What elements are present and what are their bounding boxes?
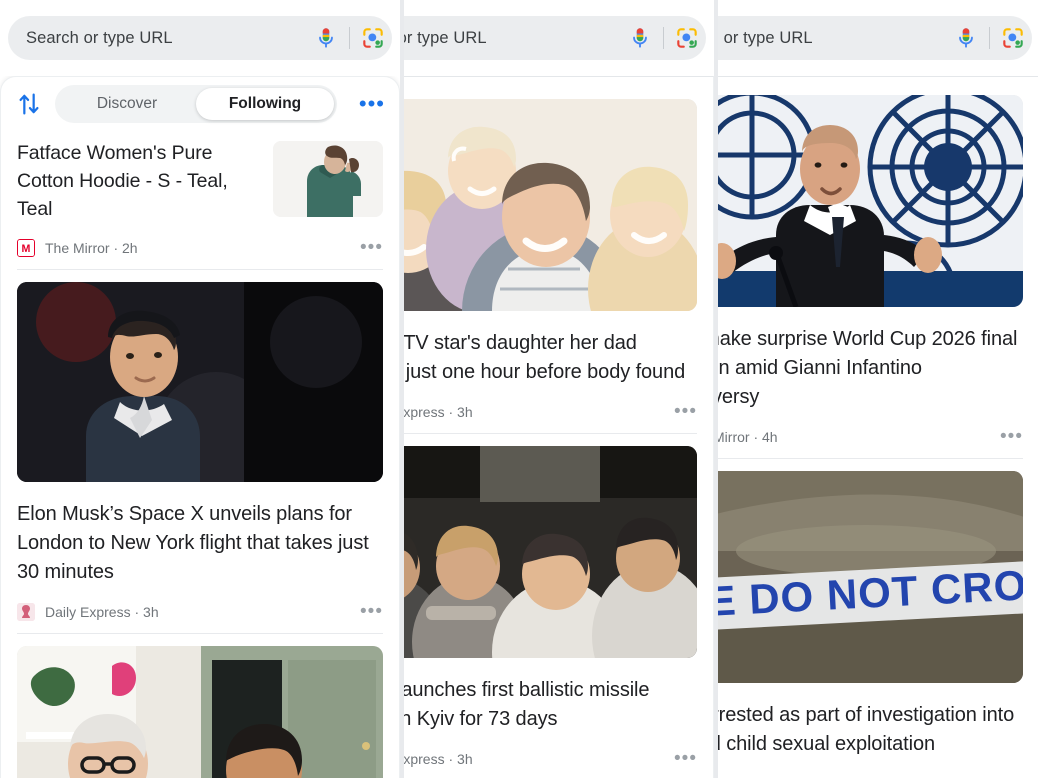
article-thumbnail bbox=[718, 95, 1023, 307]
microphone-icon[interactable] bbox=[627, 25, 653, 51]
article-source-row: The Mirror · 4h ••• bbox=[718, 426, 1023, 448]
article-source-label: Daily Express · 3h bbox=[45, 604, 159, 620]
article-card[interactable]: Fatface Women's Pure Cotton Hoodie - S -… bbox=[1, 131, 399, 269]
google-lens-icon[interactable] bbox=[674, 25, 700, 51]
tab-discover[interactable]: Discover bbox=[58, 88, 196, 120]
google-lens-icon[interactable] bbox=[360, 25, 386, 51]
article-source-row: Manchester Evening News · 4h ••• bbox=[718, 773, 1023, 778]
article-card[interactable]: Missing TV star's daughter her dad warni… bbox=[404, 77, 713, 433]
article-headline: FIFA make surprise World Cup 2026 final … bbox=[718, 321, 1023, 412]
omnibox-bar-left: Search or type URL bbox=[0, 0, 400, 76]
daily-express-logo bbox=[17, 603, 35, 621]
browser-panel-right: Search or type URL bbox=[718, 0, 1038, 778]
article-source-label: Daily Express · 3h bbox=[404, 404, 473, 420]
browser-panel-middle: Search or type URL bbox=[404, 0, 714, 778]
article-headline: Russia launches first ballistic missile … bbox=[404, 672, 697, 734]
svg-text:M: M bbox=[22, 243, 31, 255]
microphone-icon[interactable] bbox=[313, 25, 339, 51]
article-source-label: The Mirror · 4h bbox=[718, 429, 778, 445]
article-overflow-menu-button[interactable]: ••• bbox=[664, 755, 697, 763]
article-card[interactable] bbox=[1, 634, 399, 778]
omnibox-bar-middle: Search or type URL bbox=[404, 0, 714, 76]
article-source-row: M The Mirror · 2h ••• bbox=[17, 237, 383, 259]
article-thumbnail: E LINE DO NOT CROSS bbox=[718, 471, 1023, 683]
article-card[interactable]: E LINE DO NOT CROSS Men arrested as part… bbox=[718, 459, 1038, 778]
article-thumbnail bbox=[404, 99, 697, 311]
article-card[interactable]: Russia launches first ballistic missile … bbox=[404, 434, 713, 778]
omnibox-bar-right: Search or type URL bbox=[718, 0, 1038, 76]
article-thumbnail bbox=[17, 646, 383, 778]
microphone-icon[interactable] bbox=[953, 25, 979, 51]
article-headline: Men arrested as part of investigation in… bbox=[718, 697, 1023, 759]
article-overflow-menu-button[interactable]: ••• bbox=[350, 244, 383, 252]
omnibox-placeholder-middle: Search or type URL bbox=[404, 29, 627, 48]
omnibox-placeholder-right: Search or type URL bbox=[718, 29, 953, 48]
omnibox-divider bbox=[663, 27, 664, 49]
feed-overflow-menu-button[interactable]: ••• bbox=[347, 99, 385, 109]
article-source-row: Daily Express · 3h ••• bbox=[404, 748, 697, 770]
browser-panel-left: Search or type URL bbox=[0, 0, 400, 778]
search-input-right[interactable]: Search or type URL bbox=[718, 16, 1032, 60]
article-thumbnail bbox=[404, 446, 697, 658]
article-headline: Missing TV star's daughter her dad warni… bbox=[404, 325, 697, 387]
article-source-row: Daily Express · 3h ••• bbox=[404, 401, 697, 423]
article-source-label: The Mirror · 2h bbox=[45, 240, 138, 256]
discover-feed-sheet: Discover Following ••• Fatface Women's P… bbox=[0, 76, 400, 778]
feed-tab-group: Discover Following bbox=[55, 85, 337, 123]
article-thumbnail bbox=[273, 141, 383, 217]
article-overflow-menu-button[interactable]: ••• bbox=[350, 608, 383, 616]
article-headline: Elon Musk’s Space X unveils plans for Lo… bbox=[17, 496, 383, 587]
article-card[interactable]: FIFA make surprise World Cup 2026 final … bbox=[718, 77, 1038, 458]
sort-arrows-icon[interactable] bbox=[15, 90, 43, 118]
tab-following[interactable]: Following bbox=[196, 88, 334, 120]
search-input-middle[interactable]: Search or type URL bbox=[404, 16, 706, 60]
search-input-left[interactable]: Search or type URL bbox=[8, 16, 392, 60]
article-headline: Fatface Women's Pure Cotton Hoodie - S -… bbox=[17, 135, 259, 223]
google-lens-icon[interactable] bbox=[1000, 25, 1026, 51]
omnibox-divider bbox=[989, 27, 990, 49]
omnibox-divider bbox=[349, 27, 350, 49]
feed-toolbar: Discover Following ••• bbox=[1, 77, 399, 131]
article-source-row: Daily Express · 3h ••• bbox=[17, 601, 383, 623]
discover-feed-sheet: Missing TV star's daughter her dad warni… bbox=[404, 76, 714, 778]
article-source-label: Daily Express · 3h bbox=[404, 751, 473, 767]
the-mirror-logo: M bbox=[17, 239, 35, 257]
three-panel-screenshot: Search or type URL bbox=[0, 0, 1038, 778]
article-overflow-menu-button[interactable]: ••• bbox=[990, 433, 1023, 441]
article-thumbnail bbox=[17, 282, 383, 482]
discover-feed-sheet: FIFA make surprise World Cup 2026 final … bbox=[718, 76, 1038, 778]
omnibox-placeholder-left: Search or type URL bbox=[26, 29, 313, 48]
article-card[interactable]: Elon Musk’s Space X unveils plans for Lo… bbox=[1, 270, 399, 633]
article-overflow-menu-button[interactable]: ••• bbox=[664, 408, 697, 416]
